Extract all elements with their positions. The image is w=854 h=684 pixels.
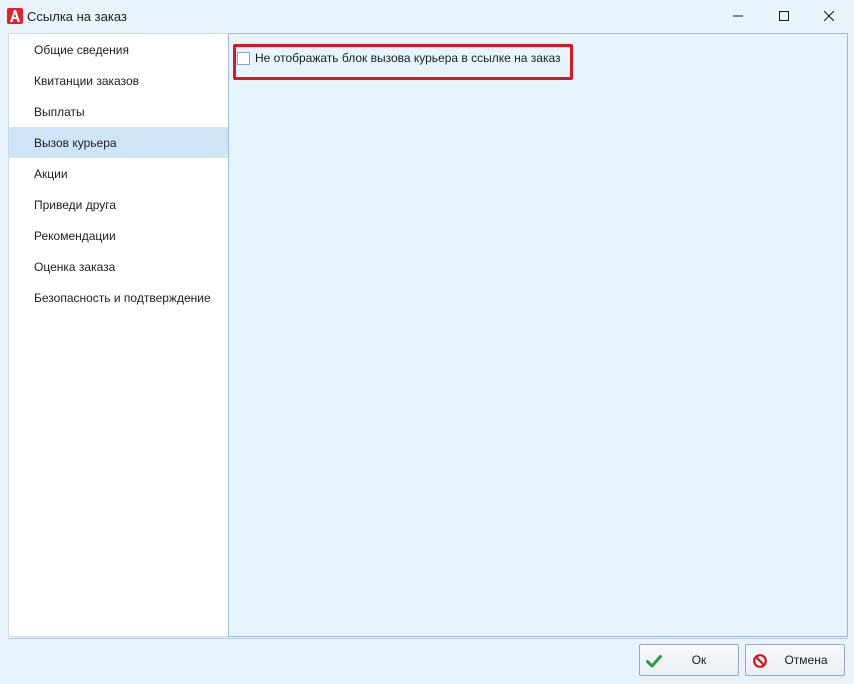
sidebar-item-refer-friend[interactable]: Приведи друга <box>9 189 228 220</box>
close-icon <box>824 11 834 21</box>
sidebar-item-label: Квитанции заказов <box>34 73 139 88</box>
ok-button[interactable]: Ок <box>639 644 739 676</box>
sidebar-item-label: Оценка заказа <box>34 259 116 274</box>
maximize-button[interactable] <box>761 0 807 32</box>
sidebar-item-receipts[interactable]: Квитанции заказов <box>9 65 228 96</box>
minimize-icon <box>733 11 743 21</box>
hide-courier-label: Не отображать блок вызова курьера в ссыл… <box>255 51 561 65</box>
sidebar-item-label: Выплаты <box>34 104 85 119</box>
app-logo-icon <box>7 8 23 24</box>
sidebar-item-label: Рекомендации <box>34 228 116 243</box>
sidebar-item-order-rating[interactable]: Оценка заказа <box>9 251 228 282</box>
sidebar-item-label: Вызов курьера <box>34 135 117 150</box>
sidebar-item-general[interactable]: Общие сведения <box>9 34 228 65</box>
sidebar-item-recommendations[interactable]: Рекомендации <box>9 220 228 251</box>
sidebar-item-label: Приведи друга <box>34 197 117 212</box>
hide-courier-checkbox[interactable] <box>237 51 250 65</box>
settings-panel: Не отображать блок вызова курьера в ссыл… <box>228 33 848 637</box>
title-bar[interactable]: Ссылка на заказ <box>0 0 854 32</box>
sidebar-item-label: Общие сведения <box>34 42 129 57</box>
hide-courier-option[interactable]: Не отображать блок вызова курьера в ссыл… <box>237 51 561 65</box>
ok-button-label: Ок <box>691 653 707 667</box>
minimize-button[interactable] <box>715 0 761 32</box>
cancel-button-label: Отмена <box>784 653 828 667</box>
sidebar-item-label: Акции <box>34 166 68 181</box>
dialog-window: Ссылка на заказ Общие сведения Квитанции… <box>0 0 854 684</box>
settings-sidebar: Общие сведения Квитанции заказов Выплаты… <box>8 33 228 637</box>
footer-divider <box>8 638 848 639</box>
sidebar-item-security[interactable]: Безопасность и подтверждение <box>9 282 228 313</box>
close-button[interactable] <box>806 0 852 32</box>
sidebar-item-courier[interactable]: Вызов курьера <box>9 127 228 158</box>
window-title: Ссылка на заказ <box>27 9 127 24</box>
sidebar-item-promotions[interactable]: Акции <box>9 158 228 189</box>
sidebar-item-payouts[interactable]: Выплаты <box>9 96 228 127</box>
cancel-button[interactable]: Отмена <box>745 644 845 676</box>
sidebar-item-label: Безопасность и подтверждение <box>34 290 211 305</box>
maximize-icon <box>779 11 789 21</box>
